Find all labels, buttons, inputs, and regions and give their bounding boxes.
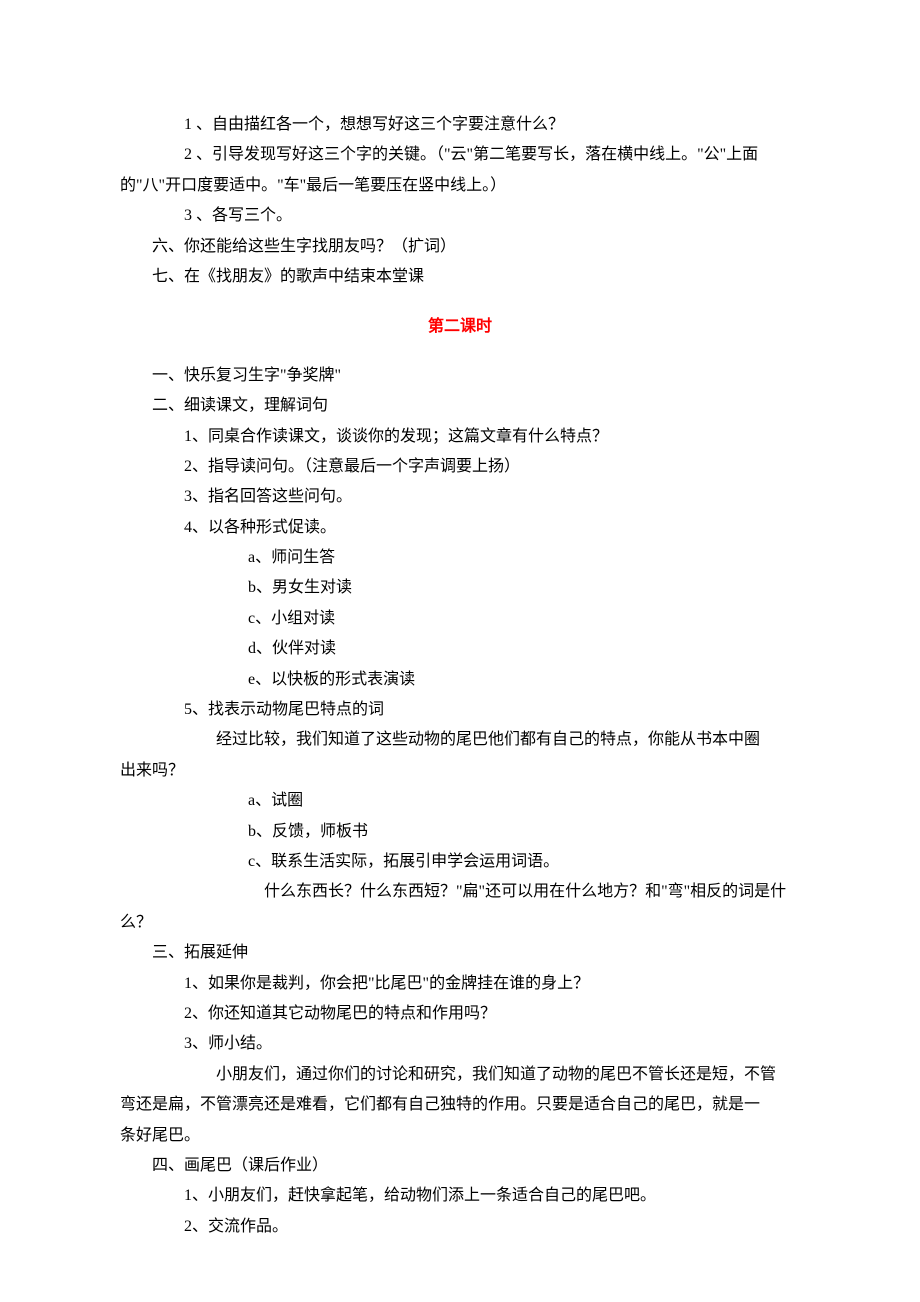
item-b5b: b、反馈，师板书: [120, 817, 800, 847]
item-c1: 1、如果你是裁判，你会把"比尾巴"的金牌挂在谁的身上？: [120, 969, 800, 999]
line-a5: 七、在《找朋友》的歌声中结束本堂课: [120, 262, 800, 292]
item-b4b: b、男女生对读: [120, 573, 800, 603]
item-b5a: a、试圈: [120, 786, 800, 816]
item-b2: 2、指导读问句。（注意最后一个字声调要上扬）: [120, 452, 800, 482]
heading-2: 二、细读课文，理解词句: [120, 391, 800, 421]
item-c3-text-b: 弯还是扁，不管漂亮还是难看，它们都有自己独特的作用。只要是适合自己的尾巴，就是一: [120, 1090, 800, 1120]
line-a1: 1 、自由描红各一个，想想写好这三个字要注意什么？: [120, 110, 800, 140]
item-b4a: a、师问生答: [120, 543, 800, 573]
item-b4: 4、以各种形式促读。: [120, 513, 800, 543]
item-d2: 2、交流作品。: [120, 1212, 800, 1242]
item-b1: 1、同桌合作读课文，谈谈你的发现；这篇文章有什么特点？: [120, 422, 800, 452]
item-c2: 2、你还知道其它动物尾巴的特点和作用吗？: [120, 999, 800, 1029]
heading-4: 四、画尾巴（课后作业）: [120, 1151, 800, 1181]
item-b5c: c、联系生活实际，拓展引申学会运用词语。: [120, 847, 800, 877]
lesson-title: 第二课时: [120, 312, 800, 342]
item-c3-text-a: 小朋友们，通过你们的讨论和研究，我们知道了动物的尾巴不管长还是短，不管: [120, 1060, 800, 1090]
item-b5-text-a: 经过比较，我们知道了这些动物的尾巴他们都有自己的特点，你能从书本中圈: [120, 725, 800, 755]
heading-1: 一、快乐复习生字"争奖牌": [120, 361, 800, 391]
line-a3: 3 、各写三个。: [120, 201, 800, 231]
item-b4d: d、伙伴对读: [120, 634, 800, 664]
item-b4c: c、小组对读: [120, 604, 800, 634]
line-a4: 六、你还能给这些生字找朋友吗？（扩词）: [120, 232, 800, 262]
item-b5: 5、找表示动物尾巴特点的词: [120, 695, 800, 725]
item-b5-text-b: 出来吗？: [120, 756, 800, 786]
item-b3: 3、指名回答这些问句。: [120, 482, 800, 512]
item-b4e: e、以快板的形式表演读: [120, 665, 800, 695]
line-a2-part2: 的"八"开口度要适中。"车"最后一笔要压在竖中线上。）: [120, 171, 800, 201]
item-b5-question-a: 什么东西长？什么东西短？"扁"还可以用在什么地方？和"弯"相反的词是什: [120, 877, 800, 907]
item-b5-question-b: 么？: [120, 908, 800, 938]
item-d1: 1、小朋友们，赶快拿起笔，给动物们添上一条适合自己的尾巴吧。: [120, 1181, 800, 1211]
item-c3: 3、师小结。: [120, 1029, 800, 1059]
heading-3: 三、拓展延伸: [120, 938, 800, 968]
line-a2-part1: 2 、引导发现写好这三个字的关键。（"云"第二笔要写长，落在横中线上。"公"上面: [120, 140, 800, 170]
item-c3-text-c: 条好尾巴。: [120, 1121, 800, 1151]
